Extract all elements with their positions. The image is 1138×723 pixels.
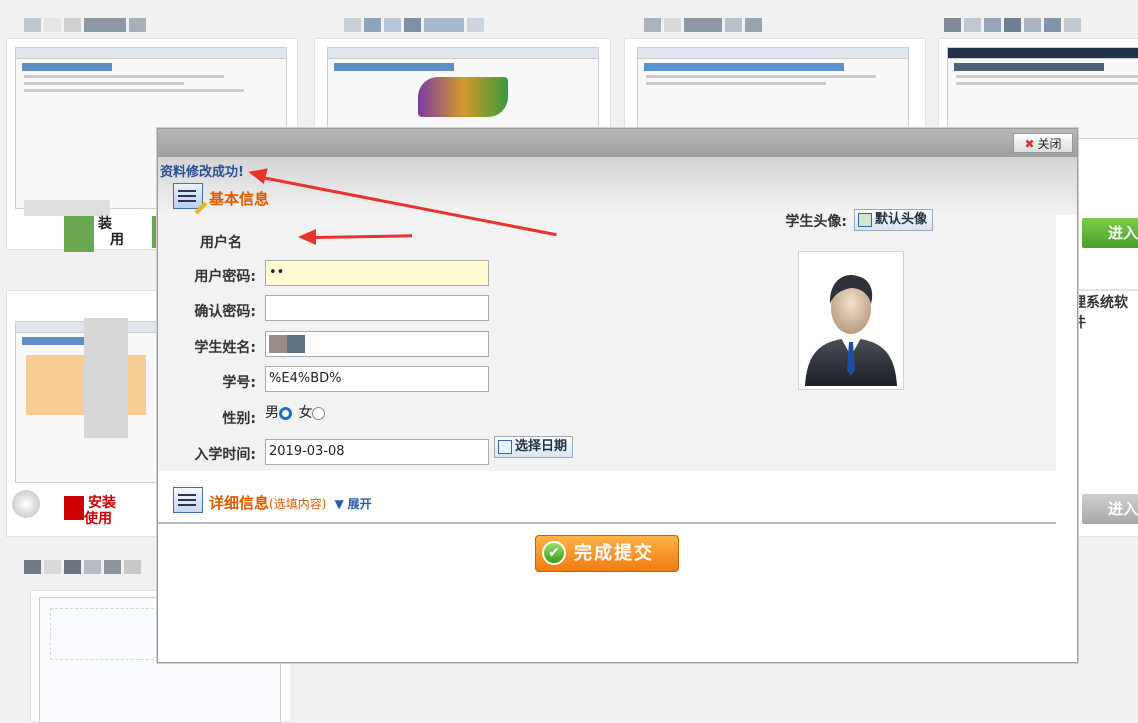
username-label: 用户名 [200,235,242,251]
gender-options: 男 女 [265,402,326,422]
expand-toggle[interactable]: ▼ 展开 [335,497,372,511]
select-date-button[interactable]: 选择日期 [494,436,574,458]
enroll-date-field[interactable]: 2019-03-08 [265,439,489,465]
dialog-header-band [158,157,1077,215]
default-avatar-button[interactable]: 默认头像 [854,209,934,231]
detail-info-header: 详细信息(选填内容) ▼ 展开 [209,492,372,513]
app-screenshot [327,47,599,139]
gender-female-radio[interactable] [312,406,326,420]
redacted-block [287,334,305,353]
redacted-block [269,334,287,353]
avatar-label: 学生头像: [785,214,847,230]
blurred-title-strip [944,18,1084,32]
app-title: 理系统软件 [1072,295,1128,331]
basic-info-title: 基本信息 [209,190,270,208]
app-logo [64,496,84,520]
check-icon: ✔ [542,541,566,565]
triangle-down-icon: ▼ [334,497,344,511]
submit-label: 完成提交 [574,543,654,564]
app-screenshot [637,47,909,139]
confirm-password-label: 确认密码: [194,304,256,320]
blurred-title-strip [24,18,149,32]
disk-icon [12,490,40,518]
edit-profile-dialog: ✖ 关闭 资料修改成功! 基本信息 用户名 用户密码: 确认密码: 学生姓名: 学… [157,128,1078,663]
close-icon: ✖ [1024,137,1035,151]
app-card[interactable] [624,38,926,140]
close-label: 关闭 [1037,137,1062,151]
app-screenshot [947,47,1138,139]
blurred-title-strip [344,18,487,32]
password-field[interactable]: •• [265,260,489,286]
detail-info-title: 详细信息 [209,494,270,512]
gender-label: 性别: [222,411,256,427]
section-divider [158,522,1056,524]
optional-hint: (选填内容) [269,497,327,511]
install-text: 用 [110,232,124,248]
close-button[interactable]: ✖ 关闭 [1013,133,1073,153]
gender-male-label: 男 [265,405,279,421]
calendar-icon [498,439,512,454]
blurred-title-strip [644,18,765,32]
install-text: 装 [98,216,112,232]
person-icon [805,275,897,386]
dialog-titlebar: ✖ 关闭 [158,129,1077,157]
select-date-label: 选择日期 [515,439,568,454]
blurred-title-strip [24,560,144,574]
student-name-label: 学生姓名: [194,340,256,356]
student-no-field[interactable]: %E4%BD% [265,366,489,392]
edit-form-icon [173,183,208,215]
enter-button[interactable]: 进入 [1082,218,1138,248]
student-name-field[interactable] [265,331,489,357]
install-text: 安装 [88,495,116,511]
install-text: 使用 [84,511,112,527]
submit-button[interactable]: ✔ 完成提交 [535,535,679,572]
confirm-password-field[interactable] [265,295,489,321]
student-no-label: 学号: [222,375,256,391]
enroll-date-label: 入学时间: [194,447,256,463]
blurred-block [84,318,128,438]
default-avatar-label: 默认头像 [875,212,928,227]
image-icon [858,212,872,227]
app-card[interactable] [314,38,611,140]
expand-label: 展开 [347,497,372,511]
app-logo [64,216,94,252]
detail-list-icon [173,487,203,513]
success-message: 资料修改成功! [160,165,244,180]
gender-male-radio[interactable] [279,406,292,420]
blurred-block [24,200,110,216]
enter-button[interactable]: 进入 [1082,494,1138,524]
student-avatar [798,251,904,390]
gender-female-label: 女 [298,405,313,421]
password-label: 用户密码: [194,269,256,285]
